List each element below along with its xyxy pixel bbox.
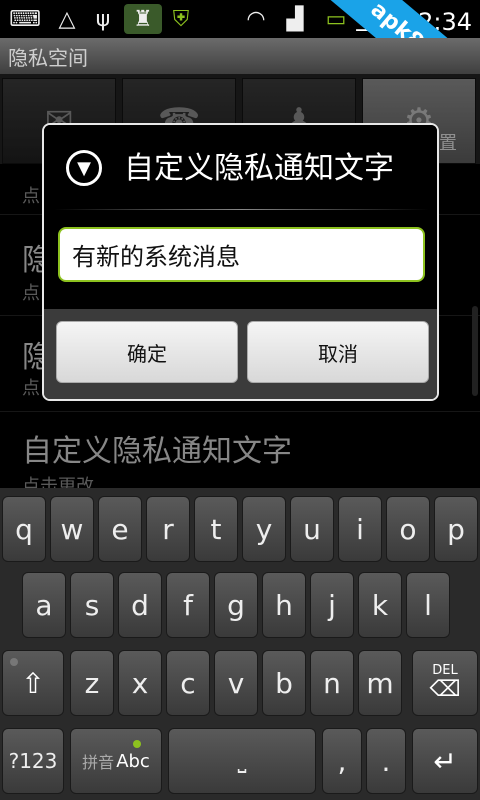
key-s[interactable]: s (70, 572, 114, 638)
dialog-header: ▼ 自定义隐私通知文字 (44, 125, 437, 205)
ime-active-indicator (133, 740, 141, 748)
shift-icon: ⇧ (21, 666, 45, 700)
ime-pinyin-label: 拼音 (82, 753, 115, 772)
key-j[interactable]: j (310, 572, 354, 638)
key-m[interactable]: m (358, 650, 402, 716)
symbols-key[interactable]: ?123 (2, 728, 64, 794)
usb-icon: ψ (95, 6, 111, 32)
key-period[interactable]: . (366, 728, 406, 794)
wifi-icon: ◠ (246, 6, 266, 32)
signal-icon: ▟ (286, 6, 304, 32)
delete-label: DEL (432, 663, 458, 678)
shield-icon: ⛨ (172, 6, 190, 32)
key-h[interactable]: h (262, 572, 306, 638)
key-a[interactable]: a (22, 572, 66, 638)
enter-key[interactable]: ↵ (412, 728, 478, 794)
key-v[interactable]: v (214, 650, 258, 716)
space-key[interactable]: ⎵ (168, 728, 316, 794)
key-c[interactable]: c (166, 650, 210, 716)
key-q[interactable]: q (2, 496, 46, 562)
key-l[interactable]: l (406, 572, 450, 638)
app-bar: 隐私空间 (0, 38, 480, 75)
backspace-icon: ⌫ (429, 677, 461, 702)
ok-button[interactable]: 确定 (56, 321, 238, 383)
key-comma[interactable]: , (322, 728, 362, 794)
chevron-down-icon: ▼ (66, 150, 102, 186)
key-b[interactable]: b (262, 650, 306, 716)
app-title: 隐私空间 (8, 45, 88, 70)
alert-icon: △ (58, 6, 76, 32)
key-f[interactable]: f (166, 572, 210, 638)
soft-keyboard: q w e r t y u i o p a s d f g h j k l ⇧ … (0, 488, 480, 800)
enter-icon: ↵ (433, 744, 457, 778)
space-icon: ⎵ (237, 748, 247, 774)
keyboard-icon: ⌨ (9, 6, 41, 32)
key-p[interactable]: p (434, 496, 478, 562)
key-i[interactable]: i (338, 496, 382, 562)
cancel-button[interactable]: 取消 (247, 321, 429, 383)
key-w[interactable]: w (50, 496, 94, 562)
key-u[interactable]: u (290, 496, 334, 562)
delete-key[interactable]: DEL ⌫ (412, 650, 478, 716)
dialog-button-bar: 确定 取消 (44, 309, 437, 399)
key-y[interactable]: y (242, 496, 286, 562)
dialog-title: 自定义隐私通知文字 (124, 151, 394, 186)
key-k[interactable]: k (358, 572, 402, 638)
key-t[interactable]: t (194, 496, 238, 562)
shift-indicator (10, 658, 18, 666)
input-method-key[interactable]: 拼音 Abc (70, 728, 162, 794)
key-d[interactable]: d (118, 572, 162, 638)
key-o[interactable]: o (386, 496, 430, 562)
key-z[interactable]: z (70, 650, 114, 716)
key-g[interactable]: g (214, 572, 258, 638)
key-r[interactable]: r (146, 496, 190, 562)
key-n[interactable]: n (310, 650, 354, 716)
key-e[interactable]: e (98, 496, 142, 562)
notification-text-input[interactable]: 有新的系统消息 (58, 227, 425, 282)
dialog-divider (54, 209, 429, 210)
bug-icon: ♜ (124, 4, 162, 34)
ime-abc-label: Abc (116, 750, 150, 772)
custom-notification-dialog: ▼ 自定义隐私通知文字 有新的系统消息 确定 取消 (42, 123, 439, 401)
key-x[interactable]: x (118, 650, 162, 716)
